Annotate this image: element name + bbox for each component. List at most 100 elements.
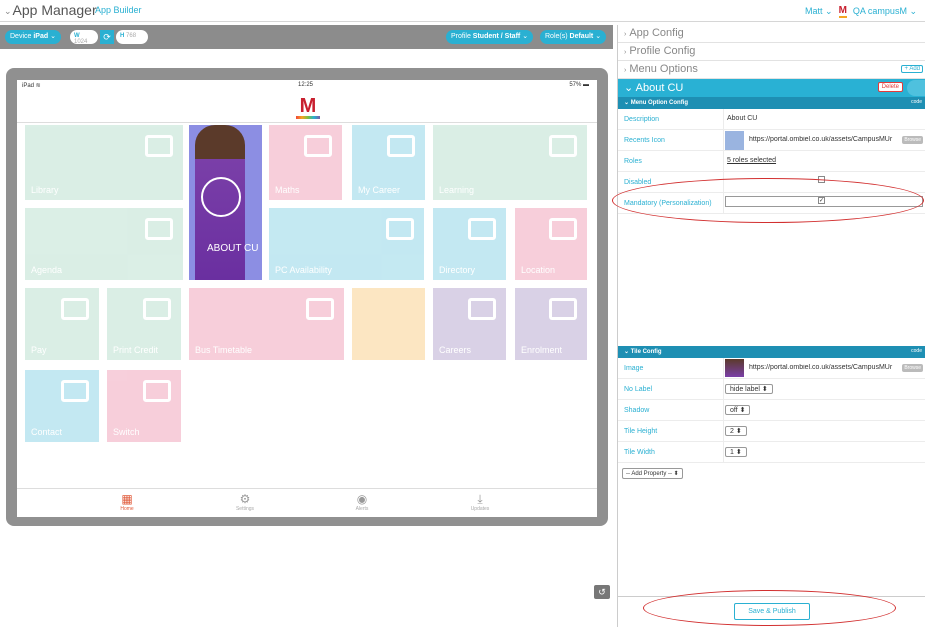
roles-value: Default <box>569 33 594 40</box>
tile-contact[interactable]: Contact <box>25 370 99 442</box>
tile-label: My Career <box>358 185 401 195</box>
tile-orange[interactable] <box>352 288 425 360</box>
tile-about-cu[interactable]: ABOUT CU <box>189 125 262 280</box>
tile-library[interactable]: Library <box>25 125 183 200</box>
tab-alerts[interactable]: ◉ Alerts <box>332 492 392 512</box>
app-title[interactable]: ⌄App Manager <box>4 2 97 18</box>
tile-label: Enrolment <box>521 345 563 355</box>
tile-learning[interactable]: Learning <box>433 125 587 200</box>
recents-icon-url[interactable]: https://portal.ombiel.co.uk/assets/Campu… <box>749 136 899 143</box>
field-label: No Label <box>624 386 653 393</box>
width-value: 1024 <box>74 39 88 45</box>
roles-link[interactable]: 5 roles selected <box>727 157 776 164</box>
roles-select[interactable]: Role(s) Default ⌄ <box>540 30 607 44</box>
divider <box>723 358 724 378</box>
device-value: iPad <box>33 33 49 40</box>
tile-careers[interactable]: Careers <box>433 288 506 360</box>
shadow-select[interactable]: off ⬍ <box>725 405 751 415</box>
tile-print-credit[interactable]: Print Credit <box>107 288 181 360</box>
tab-label: Settings <box>235 506 255 512</box>
tab-updates[interactable]: ⤓ Updates <box>450 492 510 512</box>
tile-location[interactable]: Location <box>515 208 587 280</box>
row-recents-icon: Recents Icon https://portal.ombiel.co.uk/… <box>618 130 925 151</box>
section-menu-options[interactable]: › Menu Options + Add <box>618 61 925 79</box>
undo-icon[interactable]: ↺ <box>594 585 610 599</box>
tile-width-select[interactable]: 1 ⬍ <box>725 447 747 457</box>
tab-bar: ▦ Home ⚙ Settings ◉ Alerts ⤓ Updates <box>17 488 597 517</box>
tile-pc-availability[interactable]: PC Availability <box>269 208 424 280</box>
app-subtitle-link[interactable]: App Builder <box>95 5 142 15</box>
tile-directory[interactable]: Directory <box>433 208 506 280</box>
tile-label: Library <box>31 185 59 195</box>
section-profile-config[interactable]: › Profile Config <box>618 43 925 61</box>
height-label: H <box>120 33 125 39</box>
select-value: -- Add Property -- <box>626 471 673 477</box>
rotate-icon[interactable]: ⟳ <box>100 30 114 44</box>
tile-image-url[interactable]: https://portal.ombiel.co.uk/assets/Campu… <box>749 364 899 371</box>
device-select[interactable]: Device iPad ⌄ <box>5 30 61 44</box>
browse-button[interactable]: Browse <box>902 136 923 144</box>
tile-label: Pay <box>31 345 47 355</box>
washer-icon <box>304 135 332 157</box>
globe-icon <box>549 135 577 157</box>
delete-button[interactable]: Delete <box>877 82 903 92</box>
recents-icon-thumbnail <box>725 131 744 150</box>
user-menu[interactable]: Matt ⌄ <box>805 6 833 17</box>
chat-icon <box>61 380 89 402</box>
tile-height-select[interactable]: 2 ⬍ <box>725 426 747 436</box>
monitor-icon <box>386 218 414 240</box>
tile-switch[interactable]: Switch <box>107 370 181 442</box>
org-menu[interactable]: QA campusM ⌄ <box>853 6 917 17</box>
menu-option-header[interactable]: ⌄ About CU Delete <box>618 79 925 97</box>
field-label: Image <box>624 365 644 372</box>
chevron-right-icon: › <box>624 31 627 38</box>
refresh-icon <box>143 380 171 402</box>
tile-bus-timetable[interactable]: Bus Timetable <box>189 288 344 360</box>
tile-image-thumbnail <box>725 359 744 377</box>
width-input[interactable]: W 1024 <box>70 30 98 45</box>
highlight-save <box>643 590 896 626</box>
section-title: Tile Config <box>630 349 662 355</box>
browse-button[interactable]: Browse <box>902 364 923 372</box>
tile-maths[interactable]: Maths <box>269 125 342 200</box>
preview-pane: Device iPad ⌄ W 1024 ⟳ H 768 Profile Stu… <box>0 25 613 627</box>
tile-config-header[interactable]: ⌄ Tile Config code <box>618 346 925 358</box>
carrier-label: iPad ≋ <box>22 83 41 89</box>
add-property-select[interactable]: -- Add Property -- ⬍ <box>622 468 683 479</box>
section-app-config[interactable]: › App Config <box>618 25 925 43</box>
divider <box>723 442 724 462</box>
row-image: Image https://portal.ombiel.co.uk/assets/… <box>618 358 925 379</box>
add-button[interactable]: + Add <box>901 65 923 73</box>
profile-select[interactable]: Profile Student / Staff ⌄ <box>446 30 534 44</box>
code-toggle[interactable]: code <box>911 99 922 105</box>
tile-agenda[interactable]: Agenda <box>25 208 183 280</box>
map-pin-icon <box>549 218 577 240</box>
tile-label: PC Availability <box>275 265 332 275</box>
ipad-screen: iPad ≋ 12:25 57% ▬ M Library Maths My Ca… <box>17 80 597 517</box>
select-value: off <box>730 407 738 414</box>
tab-label: Alerts <box>355 506 369 512</box>
app-logo-icon: M <box>299 95 317 117</box>
tile-pay[interactable]: Pay <box>25 288 99 360</box>
device-label: Device <box>10 33 32 40</box>
field-label: Shadow <box>624 407 650 414</box>
row-no-label: No Label hide label ⬍ <box>618 379 925 400</box>
tab-home[interactable]: ▦ Home <box>97 492 157 512</box>
person-icon <box>468 298 496 320</box>
tile-enrolment[interactable]: Enrolment <box>515 288 587 360</box>
chevron-right-icon: › <box>624 67 627 74</box>
battery-indicator: 57% ▬ <box>569 82 589 88</box>
contacts-icon <box>468 218 496 240</box>
no-label-select[interactable]: hide label ⬍ <box>725 384 773 394</box>
section-label: Menu Options <box>629 63 698 75</box>
device-toolbar: Device iPad ⌄ W 1024 ⟳ H 768 Profile Stu… <box>0 25 613 49</box>
height-input[interactable]: H 768 <box>116 30 148 44</box>
row-tile-width: Tile Width 1 ⬍ <box>618 442 925 463</box>
tile-my-career[interactable]: My Career <box>352 125 425 200</box>
menu-option-config-header[interactable]: ⌄ Menu Option Config code <box>618 97 925 109</box>
tab-label: Home <box>120 506 134 512</box>
description-field[interactable]: About CU <box>727 115 757 122</box>
height-value: 768 <box>126 33 137 39</box>
code-toggle[interactable]: code <box>911 348 922 354</box>
tab-settings[interactable]: ⚙ Settings <box>215 492 275 512</box>
